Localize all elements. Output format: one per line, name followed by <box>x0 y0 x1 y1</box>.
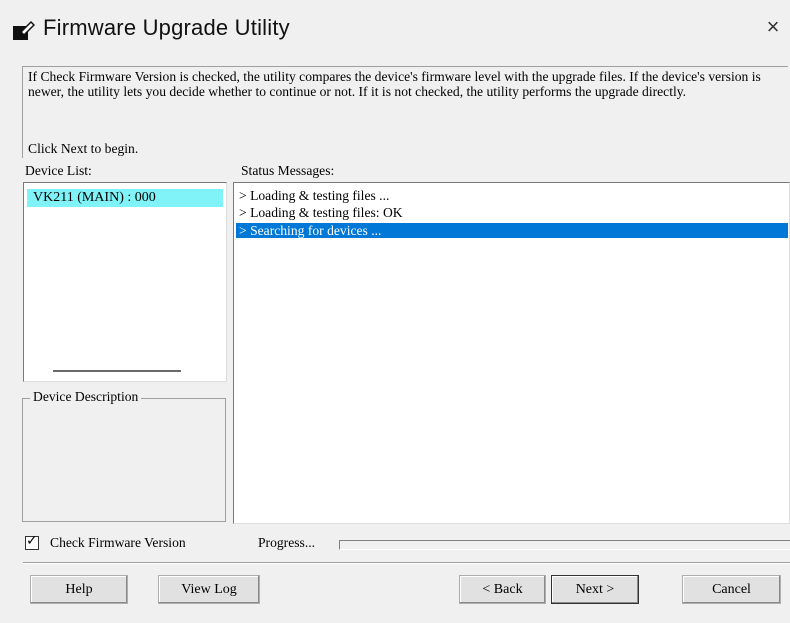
device-description-label: Device Description <box>30 389 142 405</box>
window-title: Firmware Upgrade Utility <box>43 15 290 40</box>
progress-label: Progress... <box>258 535 316 550</box>
status-message: > Loading & testing files ... <box>239 188 390 203</box>
status-message-selected: > Searching for devices ... <box>236 223 788 238</box>
next-button[interactable]: Next > <box>551 575 639 604</box>
horizontal-scrollbar[interactable] <box>53 370 181 372</box>
separator <box>23 562 790 564</box>
status-message: > Loading & testing files: OK <box>239 205 403 220</box>
checkmark-icon: ✓ <box>26 533 38 549</box>
device-description-group <box>22 398 226 522</box>
device-list-item[interactable]: VK211 (MAIN) : 000 <box>27 189 223 207</box>
check-firmware-label[interactable]: Check Firmware Version <box>50 535 186 551</box>
status-messages-label: Status Messages: <box>241 163 335 178</box>
back-button[interactable]: < Back <box>459 575 546 604</box>
device-list-label: Device List: <box>25 163 92 178</box>
cancel-button[interactable]: Cancel <box>682 575 781 604</box>
progress-bar <box>339 540 790 550</box>
view-log-button[interactable]: View Log <box>158 575 260 604</box>
begin-instruction: Click Next to begin. <box>28 141 139 156</box>
description-text: If Check Firmware Version is checked, th… <box>28 69 761 99</box>
help-button[interactable]: Help <box>30 575 128 604</box>
firmware-utility-icon <box>13 20 35 40</box>
close-icon[interactable]: × <box>760 14 786 40</box>
device-list[interactable] <box>23 182 227 382</box>
